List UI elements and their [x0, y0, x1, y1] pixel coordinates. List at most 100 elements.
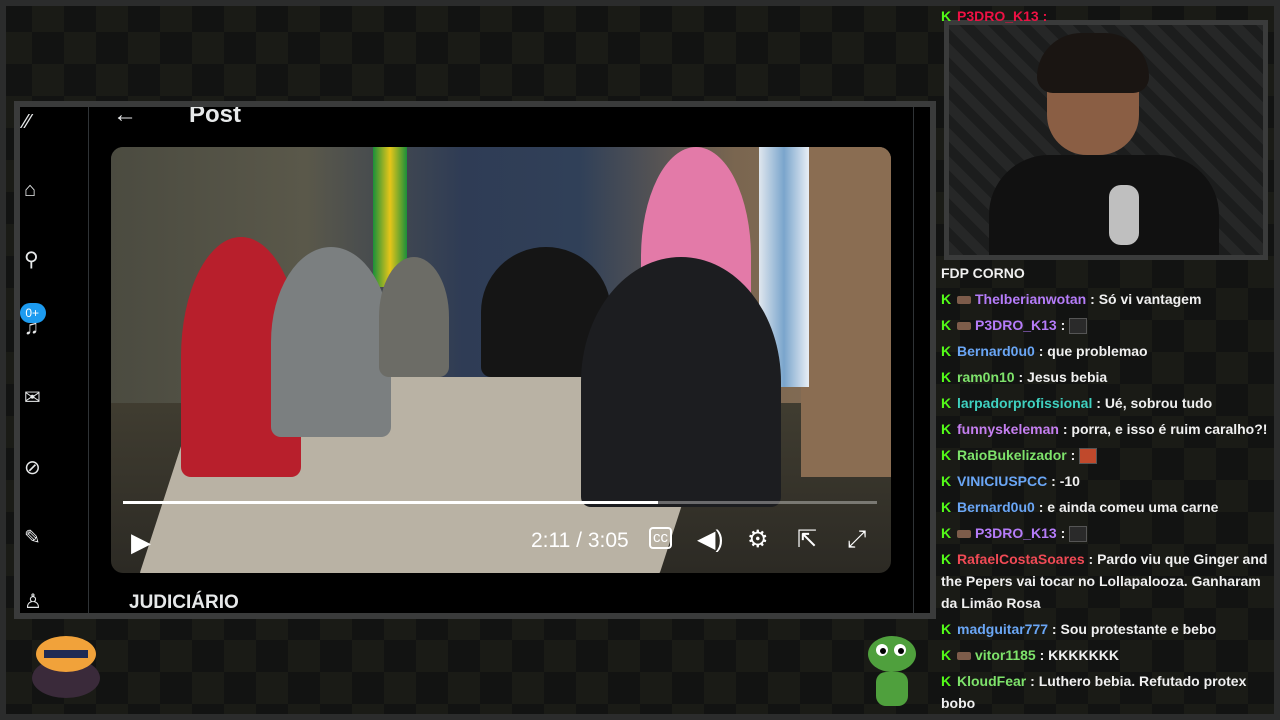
page-title: Post: [189, 101, 242, 128]
search-icon[interactable]: ⚲: [24, 249, 46, 271]
subscriber-badge-icon: [957, 652, 971, 661]
kick-badge-icon: K: [941, 551, 952, 567]
post-caption: JUDICIÁRIO: [129, 592, 239, 613]
chat-message: K RaioBukelizador :: [941, 442, 1271, 468]
chat-message: K Bernard0u0 : e ainda comeu uma carne: [941, 494, 1271, 520]
video-frame-curtain: [801, 147, 891, 477]
pepe-emote: [868, 636, 916, 706]
chat-username[interactable]: TheIberianwotan: [975, 291, 1086, 307]
kick-badge-icon: K: [941, 421, 952, 437]
kick-badge-icon: K: [941, 343, 952, 359]
captions-icon[interactable]: cc: [649, 527, 672, 549]
post-header: ← Post: [89, 107, 913, 137]
video-progress-fill: [123, 501, 659, 504]
chat-separator: :: [1026, 673, 1039, 689]
kick-badge-icon: K: [941, 317, 952, 333]
grok-icon[interactable]: ⊘: [24, 457, 46, 479]
chat-text: -10: [1059, 473, 1080, 489]
chat-separator: :: [1048, 621, 1061, 637]
chat-username[interactable]: larpadorprofissional: [957, 395, 1092, 411]
chat-separator: :: [1092, 395, 1105, 411]
chat-username[interactable]: Bernard0u0: [957, 499, 1035, 515]
chat-username[interactable]: RaioBukelizador: [957, 447, 1067, 463]
chat-separator: :: [1034, 499, 1048, 515]
chat-username[interactable]: KloudFear: [957, 673, 1026, 689]
chat-text: que problemao: [1047, 343, 1148, 359]
subscriber-badge-icon: [957, 530, 971, 539]
subscriber-badge-icon: [957, 322, 971, 331]
home-icon[interactable]: ⌂: [24, 179, 46, 201]
kick-badge-icon: K: [941, 525, 952, 541]
chat-overflow-text: FDP CORNO: [941, 265, 1025, 281]
browser-capture: ⁄⁄ ⌂ ⚲ 0+ ♫ ✉ ⊘ ✎ ♙ ← Post ▶ 2:11 / 3:05…: [14, 101, 936, 619]
chat-separator: :: [1035, 647, 1049, 663]
kick-badge-icon: K: [941, 395, 952, 411]
lists-icon[interactable]: ✎: [24, 527, 46, 549]
chat-message: Kram0n10 : Jesus bebia: [941, 364, 1271, 390]
video-frame-person: [271, 247, 391, 437]
subscriber-badge-icon: [957, 296, 971, 305]
chat-username[interactable]: Bernard0u0: [957, 343, 1035, 359]
notifications-icon[interactable]: ♫: [24, 317, 46, 339]
video-frame-person: [379, 257, 449, 377]
chat-username[interactable]: P3DRO_K13: [975, 525, 1057, 541]
chat-partial-line: K P3DRO_K13 :: [941, 8, 1048, 24]
chat-separator: :: [1056, 317, 1070, 333]
chat-username[interactable]: madguitar777: [957, 621, 1048, 637]
chat-message: K P3DRO_K13 :: [941, 312, 1271, 338]
chat-username[interactable]: ram0n10: [957, 369, 1015, 385]
kick-badge-icon: K: [941, 369, 952, 385]
chat-separator: :: [1084, 551, 1098, 567]
chat-text: porra, e isso é ruim caralho?!: [1071, 421, 1268, 437]
chat-separator: :: [1014, 369, 1028, 385]
chat-separator: :: [1056, 525, 1070, 541]
kick-badge-icon: K: [941, 473, 952, 489]
video-progress-bar[interactable]: [123, 501, 877, 504]
chat-text: e ainda comeu uma carne: [1047, 499, 1219, 515]
streamer-hair: [1037, 33, 1149, 93]
chat-separator: :: [1086, 291, 1099, 307]
video-player[interactable]: ▶ 2:11 / 3:05 cc ◀) ⚙ ⇱ ⤢: [111, 147, 891, 573]
kick-badge-icon: K: [941, 447, 952, 463]
chat-message: K KloudFear : Luthero bebia. Refutado pro…: [941, 668, 1271, 712]
chat-separator: :: [1058, 421, 1072, 437]
x-logo-icon[interactable]: ⁄⁄: [24, 111, 46, 133]
profile-icon[interactable]: ♙: [24, 591, 46, 613]
settings-gear-icon[interactable]: ⚙: [747, 525, 769, 555]
chat-message: Kvitor1185 : KKKKKKK: [941, 642, 1271, 668]
chat-username[interactable]: RafaelCostaSoares: [957, 551, 1085, 567]
chat-separator: :: [1034, 343, 1048, 359]
messages-icon[interactable]: ✉: [24, 387, 46, 409]
chat-panel: FDP CORNO K TheIberianwotan : Só vi vanta…: [941, 260, 1271, 712]
chat-emote-icon: [1079, 448, 1098, 465]
kick-badge-icon: K: [941, 291, 952, 307]
video-frame-person: [581, 257, 781, 507]
chat-emote-icon: [1069, 318, 1088, 335]
streamer-body: [989, 155, 1219, 255]
chat-username[interactable]: VINICIUSPCC: [957, 473, 1047, 489]
chat-message: Kmadguitar777 : Sou protestante e bebo: [941, 616, 1271, 642]
chat-separator: :: [1066, 447, 1080, 463]
chat-text: Só vi vantagem: [1098, 291, 1202, 307]
chat-message: Kfunnyskeleman : porra, e isso é ruim ca…: [941, 416, 1271, 442]
chat-emote-icon: [1069, 526, 1088, 543]
microphone: [1109, 185, 1139, 245]
post-column: ← Post ▶ 2:11 / 3:05 cc ◀) ⚙ ⇱ ⤢ JUDICIÁ…: [88, 107, 914, 613]
chat-message: K VINICIUSPCC : -10: [941, 468, 1271, 494]
chat-separator: :: [1047, 473, 1060, 489]
kick-badge-icon: K: [941, 647, 952, 663]
fullscreen-icon[interactable]: ⤢: [847, 525, 866, 555]
kick-badge-icon: K: [941, 621, 952, 637]
picture-in-picture-icon[interactable]: ⇱: [797, 525, 817, 555]
chat-text: Sou protestante e bebo: [1060, 621, 1217, 637]
chat-username[interactable]: vitor1185: [975, 647, 1036, 663]
chat-username[interactable]: P3DRO_K13: [975, 317, 1057, 333]
back-arrow-icon[interactable]: ←: [113, 107, 137, 129]
chat-username[interactable]: funnyskeleman: [957, 421, 1059, 437]
volume-icon[interactable]: ◀): [697, 525, 723, 555]
webcam-feed: [944, 20, 1268, 260]
play-icon[interactable]: ▶: [131, 527, 151, 557]
chat-message: K P3DRO_K13 :: [941, 520, 1271, 546]
left-nav: ⁄⁄ ⌂ ⚲ 0+ ♫ ✉ ⊘ ✎ ♙: [20, 107, 82, 613]
kick-badge-icon: K: [941, 499, 952, 515]
